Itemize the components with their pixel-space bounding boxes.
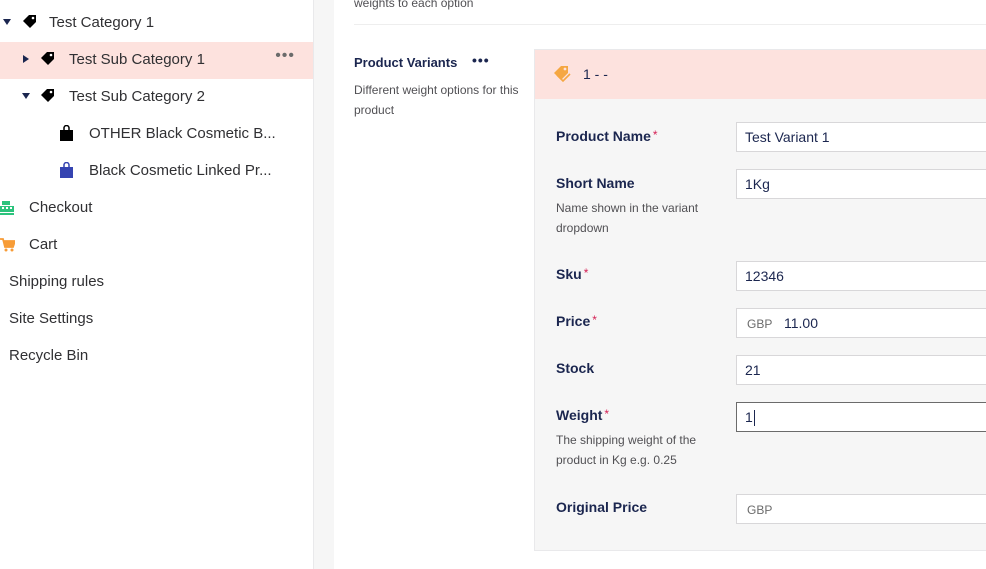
caret-down-icon[interactable] — [3, 19, 11, 25]
currency-prefix: GBP — [747, 317, 773, 331]
tree-item-other-black-cosmetic[interactable]: OTHER Black Cosmetic B... — [0, 116, 313, 153]
required-marker: * — [592, 313, 597, 327]
weight-label: Weight * — [556, 407, 609, 423]
tree-item-site-settings[interactable]: Site Settings — [0, 301, 313, 338]
tree-item-label: Black Cosmetic Linked Pr... — [89, 162, 272, 179]
tree-item-label: Recycle Bin — [9, 347, 89, 364]
shopping-bag-icon — [60, 161, 73, 182]
currency-prefix: GBP — [747, 503, 773, 517]
required-marker: * — [652, 128, 658, 142]
short-name-description: Name shown in the variant dropdown — [556, 201, 699, 235]
tree-item-label: Cart — [29, 236, 58, 253]
tree-item-test-sub-category-1[interactable]: Test Sub Category 1 ••• — [0, 42, 313, 79]
stock-label: Stock — [556, 360, 594, 376]
caret-right-icon[interactable] — [23, 55, 29, 63]
tree-item-test-sub-category-2[interactable]: Test Sub Category 2 — [0, 79, 313, 116]
variant-panel: 1 - - Product Name* Short Name Name show… — [534, 49, 986, 551]
original-price-label: Original Price — [556, 499, 647, 515]
tree-item-label: Shipping rules — [9, 273, 105, 290]
price-value: 11.00 — [784, 315, 818, 331]
tree-item-recycle-bin[interactable]: Recycle Bin — [0, 338, 313, 375]
editor-content: weights to each option Product Variants … — [334, 0, 986, 569]
product-name-label: Product Name * — [556, 128, 658, 144]
property-title: Product Variants — [354, 55, 458, 70]
field-label-text: Price — [556, 313, 591, 329]
price-label: Price * — [556, 313, 597, 329]
tree-item-label: Checkout — [29, 199, 93, 216]
price-input[interactable]: GBP 11.00 — [736, 308, 986, 338]
sku-label: Sku * — [556, 266, 588, 282]
tag-icon — [22, 15, 36, 33]
property-actions-button[interactable]: ••• — [472, 52, 490, 68]
cart-icon — [0, 238, 17, 256]
tag-icon — [40, 52, 54, 70]
variant-header[interactable]: 1 - - — [535, 50, 986, 99]
tree-item-black-cosmetic-linked[interactable]: Black Cosmetic Linked Pr... — [0, 153, 313, 190]
tree-item-checkout[interactable]: Checkout — [0, 190, 313, 227]
tree-item-test-category-1[interactable]: Test Category 1 — [0, 5, 313, 42]
field-label-text: Product Name — [556, 128, 651, 144]
tags-icon — [553, 65, 571, 88]
text-cursor — [753, 410, 755, 427]
tree-item-label: Test Sub Category 1 — [69, 51, 205, 68]
shopping-bag-icon — [60, 124, 73, 145]
property-description: weights to each option — [354, 0, 474, 10]
field-label-text: Weight — [556, 407, 603, 423]
caret-down-icon[interactable] — [22, 93, 30, 99]
tree-item-shipping-rules[interactable]: Shipping rules — [0, 264, 313, 301]
tag-icon — [40, 89, 54, 107]
tree-item-label: Test Category 1 — [49, 14, 155, 31]
field-label-text: Original Price — [556, 499, 648, 515]
variant-title: 1 - - — [583, 66, 608, 82]
required-marker: * — [583, 266, 589, 280]
required-marker: * — [604, 407, 610, 421]
weight-value: 1 — [745, 409, 753, 425]
weight-description: The shipping weight of the product in Kg… — [556, 433, 697, 467]
short-name-input[interactable] — [736, 169, 986, 199]
weight-input[interactable]: 1 — [736, 402, 986, 432]
content-tree: Test Category 1 Test Sub Category 1 ••• … — [0, 0, 314, 569]
more-actions-button[interactable]: ••• — [275, 47, 295, 65]
tree-item-cart[interactable]: Cart — [0, 227, 313, 264]
cash-register-icon — [0, 201, 14, 219]
product-name-input[interactable] — [736, 122, 986, 152]
tree-item-label: Site Settings — [9, 310, 94, 327]
field-label-text: Stock — [556, 360, 595, 376]
tree-item-label: Test Sub Category 2 — [69, 88, 205, 105]
sku-input[interactable] — [736, 261, 986, 291]
original-price-input[interactable]: GBP — [736, 494, 986, 524]
field-label-text: Sku — [556, 266, 582, 282]
divider — [354, 24, 986, 25]
stock-input[interactable] — [736, 355, 986, 385]
field-label-text: Short Name — [556, 175, 635, 191]
short-name-label: Short Name — [556, 175, 635, 191]
property-description: Different weight options for this produc… — [354, 83, 519, 117]
tree-item-label: OTHER Black Cosmetic B... — [89, 125, 276, 142]
